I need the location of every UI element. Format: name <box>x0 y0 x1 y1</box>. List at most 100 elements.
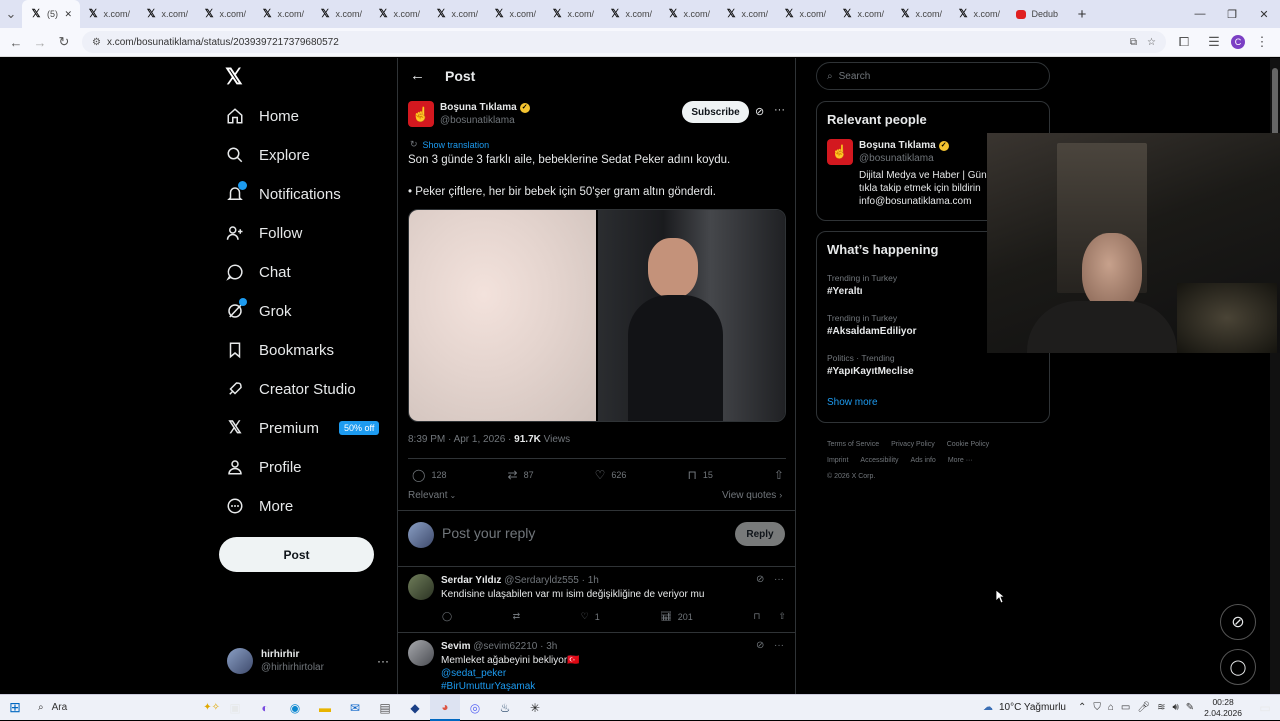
more-dots-icon[interactable]: ··· <box>774 640 784 651</box>
man-in-suit-photo[interactable] <box>598 210 785 421</box>
minimize-icon[interactable]: — <box>1184 0 1216 28</box>
mention-link[interactable]: @sedat_peker <box>441 668 506 679</box>
browser-tab[interactable]: 𝕏x.com/ <box>254 0 312 28</box>
system-tray[interactable]: ⌃ ⛉ ⌂ ▭ 🎤︎ ≋ 🔊︎ ✎ <box>1078 702 1194 713</box>
nav-chat[interactable]: Chat <box>225 262 291 282</box>
like-action[interactable]: ♡ 1 <box>581 611 600 622</box>
task-view-icon[interactable]: ▣ <box>220 695 250 721</box>
nav-more[interactable]: More <box>225 496 293 516</box>
browser-tab-youtube[interactable]: Dedub <box>1008 0 1066 28</box>
reply-input[interactable]: Post your reply <box>442 525 535 541</box>
reload-icon[interactable]: ↻ <box>52 30 76 54</box>
bookmark-star-icon[interactable]: ☆ <box>1147 37 1156 48</box>
restore-icon[interactable]: ❐ <box>1216 0 1248 28</box>
browser-tab[interactable]: 𝕏x.com/ <box>602 0 660 28</box>
tab-close-icon[interactable]: ✕ <box>64 9 72 20</box>
reply-action[interactable]: ◯ <box>442 611 452 622</box>
sort-replies-dropdown[interactable]: Relevant ⌄ <box>408 490 456 501</box>
weather-widget[interactable]: ☁ 10°C Yağmurlu <box>983 702 1066 713</box>
like-action[interactable]: ♡ 626 <box>595 468 627 482</box>
tab-list-chevron-icon[interactable]: ⌄ <box>0 2 22 26</box>
privacy-link[interactable]: Privacy Policy <box>891 437 935 453</box>
browser-tab[interactable]: 𝕏x.com/ <box>892 0 950 28</box>
reply-action[interactable]: ◯ 128 <box>412 468 446 482</box>
vpn-icon[interactable]: ◆ <box>400 695 430 721</box>
x-logo-icon[interactable]: 𝕏 <box>225 64 243 90</box>
terms-link[interactable]: Terms of Service <box>827 437 879 453</box>
nav-explore[interactable]: Explore <box>225 145 310 165</box>
browser-tab[interactable]: 𝕏x.com/ <box>428 0 486 28</box>
discord-icon[interactable]: ◎ <box>460 695 490 721</box>
subscribe-button[interactable]: Subscribe <box>682 101 749 123</box>
browser-tab[interactable]: 𝕏x.com/ <box>834 0 892 28</box>
show-translation-link[interactable]: ↻ Show translation <box>410 139 489 150</box>
nav-bookmarks[interactable]: Bookmarks <box>225 340 334 360</box>
steam-icon[interactable]: ♨ <box>490 695 520 721</box>
extensions-icon[interactable]: ⧠ <box>1172 30 1196 54</box>
nav-premium[interactable]: 𝕏 Premium 50% off <box>225 418 380 438</box>
show-more-link[interactable]: Show more <box>827 397 1039 408</box>
notification-center-icon[interactable]: ▭ <box>1250 695 1280 721</box>
window-close-icon[interactable]: ✕ <box>1248 0 1280 28</box>
browser-tab-active[interactable]: 𝕏 (5) ✕ <box>22 0 80 28</box>
repost-action[interactable]: ⇄ <box>513 611 521 622</box>
nav-creator-studio[interactable]: Creator Studio <box>225 379 356 399</box>
grok-icon[interactable]: ⊘ <box>755 105 764 118</box>
account-switcher[interactable]: hirhirhir @hirhirhirtolar ··· <box>227 648 397 674</box>
more-dots-icon[interactable]: ··· <box>774 104 785 116</box>
bookmark-action[interactable]: ⊓ 15 <box>687 468 712 482</box>
chatgpt-icon[interactable]: ✳ <box>520 695 550 721</box>
baby-feet-photo[interactable] <box>409 210 596 421</box>
taskbar-search[interactable]: ⌕ Ara ✦✧ <box>30 698 220 718</box>
reply-item[interactable]: Sevim @sevim62210 · 3h ⊘ ··· Memleket ağ… <box>398 632 795 694</box>
copilot-icon[interactable]: ◐ <box>250 695 280 721</box>
profile-avatar-icon[interactable]: C <box>1226 30 1250 54</box>
nav-home[interactable]: Home <box>225 106 299 126</box>
forward-arrow-icon[interactable]: → <box>28 30 52 54</box>
reading-list-icon[interactable]: ☰ <box>1202 30 1226 54</box>
repost-action[interactable]: ⇄ 87 <box>508 468 534 482</box>
nav-follow[interactable]: Follow <box>225 223 302 243</box>
browser-tab[interactable]: 𝕏x.com/ <box>544 0 602 28</box>
nav-profile[interactable]: Profile <box>225 457 302 477</box>
grok-icon[interactable]: ⊘ <box>756 574 764 585</box>
views-action[interactable]: 📊︎ 201 <box>660 611 692 622</box>
hashtag-link[interactable]: #BirUmutturYaşamak <box>441 681 535 692</box>
browser-tab[interactable]: 𝕏x.com/ <box>196 0 254 28</box>
accessibility-link[interactable]: Accessibility <box>860 453 898 469</box>
browser-menu-icon[interactable]: ⋮ <box>1250 30 1274 54</box>
share-action[interactable]: ⇧ <box>774 468 784 482</box>
file-explorer-icon[interactable]: ▬ <box>310 695 340 721</box>
imprint-link[interactable]: Imprint <box>827 453 848 469</box>
edge-icon[interactable]: ◉ <box>280 695 310 721</box>
outlook-icon[interactable]: ✉ <box>340 695 370 721</box>
site-info-icon[interactable]: ⚙ <box>92 37 101 48</box>
browser-tab[interactable]: 𝕏x.com/ <box>80 0 138 28</box>
more-dots-icon[interactable]: ··· <box>377 654 389 668</box>
back-arrow-icon[interactable]: ← <box>410 67 425 84</box>
more-link[interactable]: More ··· <box>948 453 973 469</box>
grok-floating-button[interactable]: ⊘ <box>1220 604 1256 640</box>
back-arrow-icon[interactable]: ← <box>4 30 28 54</box>
post-media[interactable] <box>408 209 786 422</box>
chrome-icon[interactable]: ◕ <box>430 694 460 721</box>
browser-tab[interactable]: 𝕏x.com/ <box>312 0 370 28</box>
url-field[interactable]: ⚙ x.com/bosunatiklama/status/20393972173… <box>82 31 1166 53</box>
ads-info-link[interactable]: Ads info <box>911 453 936 469</box>
install-app-icon[interactable]: ⧉ <box>1130 37 1137 48</box>
nav-notifications[interactable]: Notifications <box>225 181 341 204</box>
post-button[interactable]: Post <box>219 537 374 572</box>
grok-icon[interactable]: ⊘ <box>756 640 764 651</box>
browser-tab[interactable]: 𝕏x.com/ <box>660 0 718 28</box>
bookmark-share-actions[interactable]: ⊓ ⇧ <box>753 611 786 622</box>
nav-grok[interactable]: Grok <box>225 298 292 321</box>
browser-tab[interactable]: 𝕏x.com/ <box>776 0 834 28</box>
start-windows-icon[interactable]: ⊞ <box>0 695 30 721</box>
new-tab-plus-icon[interactable]: + <box>1066 0 1098 28</box>
more-dots-icon[interactable]: ··· <box>774 574 784 585</box>
search-input[interactable]: ⌕ Search <box>816 62 1050 90</box>
store-icon[interactable]: ▤ <box>370 695 400 721</box>
browser-tab[interactable]: 𝕏x.com/ <box>486 0 544 28</box>
reply-button[interactable]: Reply <box>735 522 785 546</box>
browser-tab[interactable]: 𝕏x.com/ <box>138 0 196 28</box>
